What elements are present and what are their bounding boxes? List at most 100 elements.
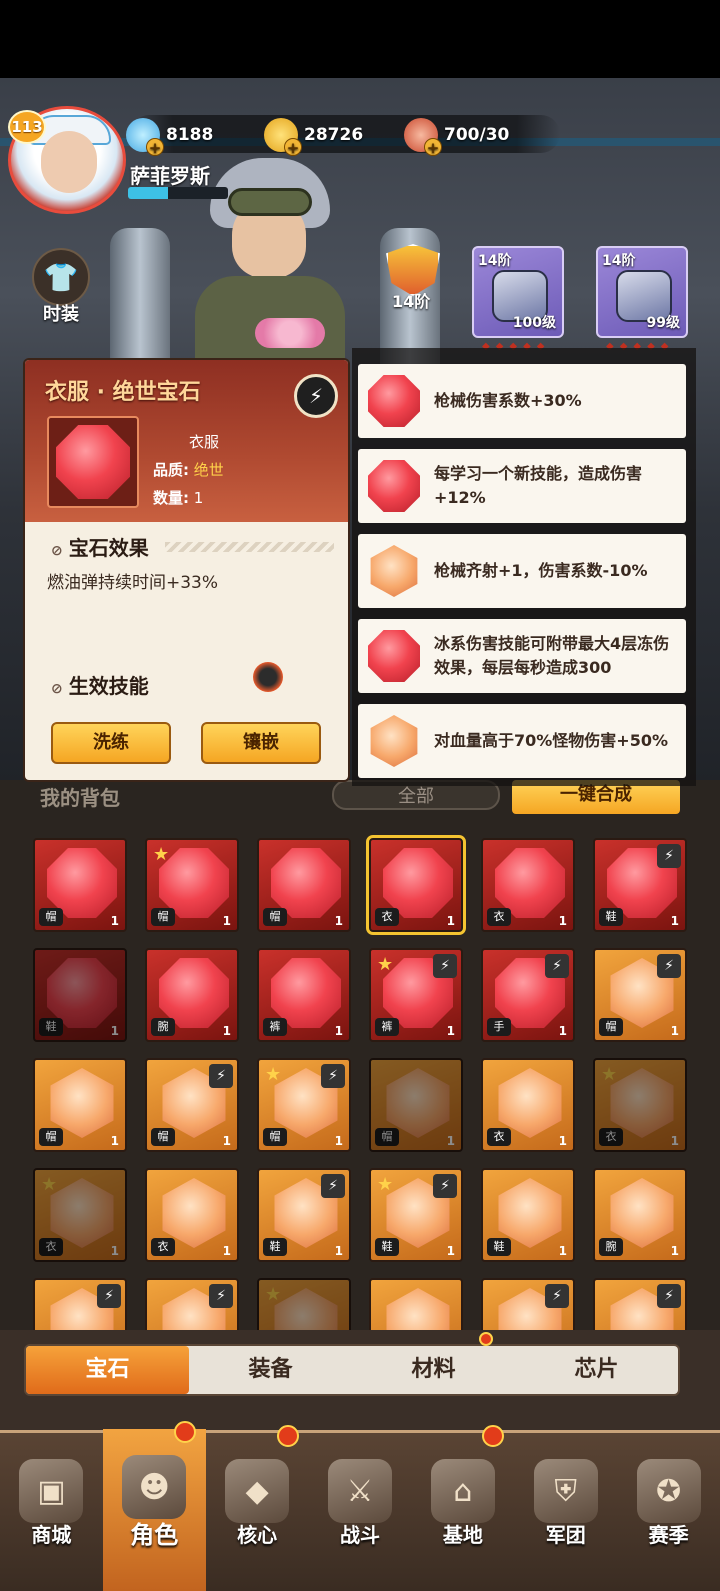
gem-quantity: 1: [558, 914, 567, 928]
equip-slot-icon: 帽: [151, 1128, 175, 1146]
equip-slot-icon: 鞋: [599, 908, 623, 926]
gem-effect-card[interactable]: 枪械齐射+1，伤害系数-10%: [358, 534, 686, 608]
gem-cell[interactable]: ⚡ 鞋 1: [593, 838, 687, 932]
gem-cell[interactable]: [369, 1278, 463, 1330]
gem-cell[interactable]: ⚡: [481, 1278, 575, 1330]
tab-0[interactable]: 宝石: [26, 1346, 189, 1394]
reroll-button[interactable]: 洗练: [51, 722, 171, 764]
gem-effect-card[interactable]: 每学习一个新技能，造成伤害+12%: [358, 449, 686, 523]
orange-gem-icon: [370, 545, 418, 597]
skill-icon[interactable]: [253, 662, 283, 692]
nav-label: 赛季: [648, 1523, 689, 1547]
stamina-count: 700/30: [444, 125, 510, 145]
equip-slot-icon: 鞋: [375, 1238, 399, 1256]
gem-cell[interactable]: ⚡ 帽 1: [593, 948, 687, 1042]
nav-shop[interactable]: ▣ 商城: [0, 1433, 103, 1591]
gem-grid: 帽 1 ★ 帽 1 帽 1 衣 1 衣 1 ⚡ 鞋 1 鞋 1 腕 1 裤 1 ★ ⚡ 裤 1 ⚡ 手 1 ⚡ 帽 1 帽 1 ⚡ 帽 1 ★ ⚡ 帽 1 帽…: [0, 820, 720, 1330]
tab-3[interactable]: 芯片: [515, 1346, 678, 1394]
gem-cell[interactable]: 腕1: [593, 1168, 687, 1262]
gem-cell[interactable]: 帽1: [33, 1058, 127, 1152]
nav-legion[interactable]: ⛨ 军团: [514, 1433, 617, 1591]
gem-cell[interactable]: 衣1: [481, 838, 575, 932]
gem-cell[interactable]: 裤1: [257, 948, 351, 1042]
shop-icon: ▣: [19, 1459, 84, 1523]
lock-icon: ⚡: [545, 1284, 569, 1308]
gem-effect-card[interactable]: 对血量高于70%怪物伤害+50%: [358, 704, 686, 778]
gem-cell[interactable]: ⚡ 鞋 1: [257, 1168, 351, 1262]
gem-cell[interactable]: ★ 帽 1: [145, 838, 239, 932]
lock-icon: ⚡: [209, 1064, 233, 1088]
star-icon: ★: [265, 1064, 282, 1085]
gem-cell[interactable]: 帽1: [257, 838, 351, 932]
tab-1[interactable]: 装备: [189, 1346, 352, 1394]
section-divider: [165, 542, 334, 552]
tab-2[interactable]: 材料: [352, 1332, 515, 1394]
gem-slot: [364, 541, 424, 601]
gem-quantity: 1: [334, 1134, 343, 1148]
equip-slot-icon: 衣: [487, 908, 511, 926]
red-gem-icon: [56, 425, 130, 499]
gem-cell[interactable]: ⚡: [33, 1278, 127, 1330]
effect-text: 燃油弹持续时间+33%: [47, 573, 219, 593]
orange-gem-icon: [370, 715, 418, 767]
gem-cell[interactable]: ★ ⚡ 裤 1: [369, 948, 463, 1042]
equip-slot-icon: 衣: [487, 1128, 511, 1146]
gem-effect-text: 冰系伤害技能可附带最大4层冻伤效果，每层每秒造成300: [434, 634, 670, 677]
inlay-button[interactable]: 镶嵌: [201, 722, 321, 764]
gem-cell[interactable]: ★ ⚡ 帽 1: [257, 1058, 351, 1152]
gem-slot: [364, 456, 424, 516]
gem-currency[interactable]: + 8188: [126, 118, 213, 157]
gem-cell[interactable]: ★ ⚡ 鞋 1: [369, 1168, 463, 1262]
gem-effect-card[interactable]: 枪械伤害系数+30%: [358, 364, 686, 438]
gem-cell[interactable]: ⚡ 手 1: [481, 948, 575, 1042]
gem-cell[interactable]: 衣1: [145, 1168, 239, 1262]
gem-cell[interactable]: ★ 衣 1: [33, 1168, 127, 1262]
nav-battle[interactable]: ⚔ 战斗: [309, 1433, 412, 1591]
equip-slot-icon: 帽: [263, 908, 287, 926]
player-name: 萨菲罗斯: [130, 164, 210, 188]
gear-level: 100级: [512, 315, 556, 331]
gem-effect-text: 对血量高于70%怪物伤害+50%: [434, 731, 669, 750]
gear-slot-gauntlet[interactable]: 14阶 99级 ◆◆◆◆◆: [596, 246, 688, 352]
equip-slot-icon: 鞋: [39, 1018, 63, 1036]
notification-badge: [276, 1425, 299, 1447]
stamina-currency[interactable]: + 700/30: [404, 118, 510, 157]
gem-meta: 衣服 品质: 绝世 数量: 1: [153, 428, 224, 512]
gem-effect-card[interactable]: 冰系伤害技能可附带最大4层冻伤效果，每层每秒造成300: [358, 619, 686, 693]
gem-quantity: 1: [334, 1024, 343, 1038]
gem-cell[interactable]: ⚡: [145, 1278, 239, 1330]
gear-level: 99级: [646, 315, 680, 331]
gem-quantity: 1: [110, 1024, 119, 1038]
nav-season[interactable]: ✪ 赛季: [617, 1433, 720, 1591]
gem-cell[interactable]: 帽1: [369, 1058, 463, 1152]
gem-cell[interactable]: ★: [257, 1278, 351, 1330]
gem-quantity: 1: [670, 1134, 679, 1148]
lock-icon[interactable]: ⚡: [294, 374, 338, 418]
nav-character[interactable]: ☻ 角色: [102, 1421, 206, 1591]
gear-tier: 14阶: [478, 253, 512, 269]
gem-cell[interactable]: 腕1: [145, 948, 239, 1042]
rank-badge[interactable]: 14阶: [386, 244, 442, 311]
equip-slot-icon: 帽: [375, 1128, 399, 1146]
gem-cell[interactable]: ⚡: [593, 1278, 687, 1330]
gem-cell[interactable]: 鞋1: [481, 1168, 575, 1262]
fashion-button[interactable]: 👕 时装: [30, 248, 92, 328]
nav-core[interactable]: ◆ 核心: [206, 1425, 309, 1591]
gem-cell[interactable]: 衣1: [366, 835, 466, 935]
equipped-gem-effects: 枪械伤害系数+30% 每学习一个新技能，造成伤害+12% 枪械齐射+1，伤害系数-1…: [352, 348, 696, 786]
red-gem-icon: [368, 630, 420, 682]
coin-currency[interactable]: + 28726: [264, 118, 363, 157]
gem-cell[interactable]: ★ 衣 1: [593, 1058, 687, 1152]
gem-cell[interactable]: 鞋1: [33, 948, 127, 1042]
equip-slot-icon: 衣: [151, 1238, 175, 1256]
gem-cell[interactable]: ⚡ 帽 1: [145, 1058, 239, 1152]
gem-cell[interactable]: 帽1: [33, 838, 127, 932]
gear-slot-helmet[interactable]: 14阶 100级 ◆◆◆◆◆: [472, 246, 564, 352]
star-icon: ★: [601, 1064, 618, 1085]
equip-slot-icon: 帽: [151, 908, 175, 926]
gem-cell[interactable]: 衣1: [481, 1058, 575, 1152]
game-screen: + 8188 + 28726 + 700/30 113 萨菲罗斯 👕 时装 14…: [0, 0, 720, 1591]
lock-icon: ⚡: [321, 1174, 345, 1198]
star-icon: ★: [265, 1284, 282, 1305]
nav-base[interactable]: ⌂ 基地: [411, 1425, 514, 1591]
